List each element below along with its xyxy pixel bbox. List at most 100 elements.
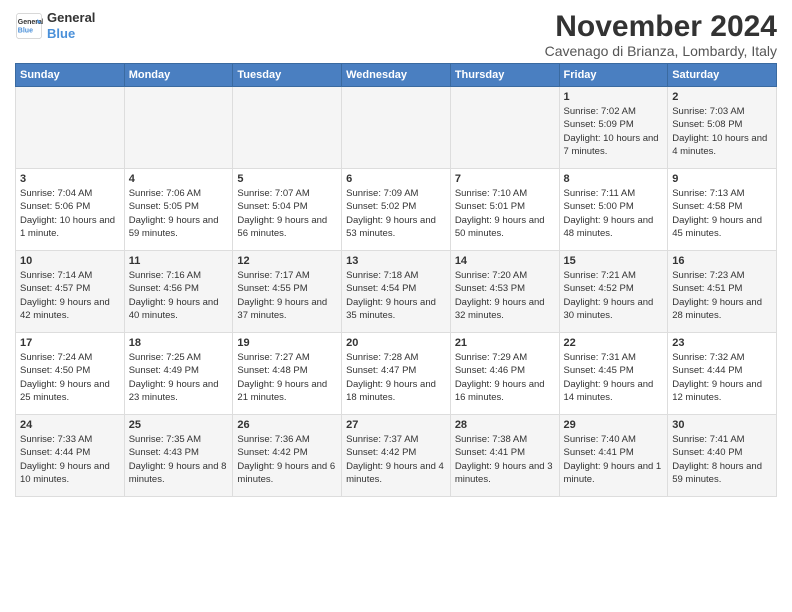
day-info: Sunrise: 7:23 AM Sunset: 4:51 PM Dayligh… xyxy=(672,269,772,322)
calendar-cell: 28Sunrise: 7:38 AM Sunset: 4:41 PM Dayli… xyxy=(450,415,559,497)
day-info: Sunrise: 7:13 AM Sunset: 4:58 PM Dayligh… xyxy=(672,187,772,240)
calendar-cell: 17 Sunrise: 7:24 AM Sunset: 4:50 PM Dayli… xyxy=(16,333,125,415)
calendar-cell: 29 Sunrise: 7:40 AM Sunset: 4:41 PM Dayli… xyxy=(559,415,668,497)
calendar-week-row: 3 Sunrise: 7:04 AM Sunset: 5:06 PM Daylig… xyxy=(16,169,777,251)
calendar-cell: 8 Sunrise: 7:11 AM Sunset: 5:00 PM Daylig… xyxy=(559,169,668,251)
calendar-cell: 30Sunrise: 7:41 AM Sunset: 4:40 PM Dayli… xyxy=(668,415,777,497)
calendar-cell xyxy=(450,87,559,169)
day-info: Sunrise: 7:10 AM Sunset: 5:01 PM Dayligh… xyxy=(455,187,555,240)
calendar-cell xyxy=(16,87,125,169)
calendar-cell: 16 Sunrise: 7:23 AM Sunset: 4:51 PM Dayli… xyxy=(668,251,777,333)
day-number: 16 xyxy=(672,255,772,267)
day-number: 5 xyxy=(237,173,337,185)
day-info: Sunrise: 7:11 AM Sunset: 5:00 PM Dayligh… xyxy=(564,187,664,240)
calendar-cell: 3 Sunrise: 7:04 AM Sunset: 5:06 PM Daylig… xyxy=(16,169,125,251)
day-info: Sunrise: 7:40 AM Sunset: 4:41 PM Dayligh… xyxy=(564,433,664,486)
day-number: 25 xyxy=(129,419,229,431)
day-number: 29 xyxy=(564,419,664,431)
svg-text:Blue: Blue xyxy=(18,27,33,34)
logo: General Blue General Blue xyxy=(15,10,95,41)
calendar-cell xyxy=(124,87,233,169)
calendar-cell: 5 Sunrise: 7:07 AM Sunset: 5:04 PM Daylig… xyxy=(233,169,342,251)
day-number: 6 xyxy=(346,173,446,185)
day-info: Sunrise: 7:37 AM Sunset: 4:42 PM Dayligh… xyxy=(346,433,446,486)
day-number: 22 xyxy=(564,337,664,349)
day-number: 19 xyxy=(237,337,337,349)
calendar-week-row: 10Sunrise: 7:14 AM Sunset: 4:57 PM Dayli… xyxy=(16,251,777,333)
day-info: Sunrise: 7:29 AM Sunset: 4:46 PM Dayligh… xyxy=(455,351,555,404)
day-info: Sunrise: 7:27 AM Sunset: 4:48 PM Dayligh… xyxy=(237,351,337,404)
calendar-cell: 20Sunrise: 7:28 AM Sunset: 4:47 PM Dayli… xyxy=(342,333,451,415)
calendar-cell: 14 Sunrise: 7:20 AM Sunset: 4:53 PM Dayli… xyxy=(450,251,559,333)
day-number: 9 xyxy=(672,173,772,185)
calendar-cell: 15Sunrise: 7:21 AM Sunset: 4:52 PM Dayli… xyxy=(559,251,668,333)
day-number: 3 xyxy=(20,173,120,185)
calendar-cell: 6 Sunrise: 7:09 AM Sunset: 5:02 PM Daylig… xyxy=(342,169,451,251)
day-info: Sunrise: 7:35 AM Sunset: 4:43 PM Dayligh… xyxy=(129,433,229,486)
title-block: November 2024 Cavenago di Brianza, Lomba… xyxy=(545,10,777,59)
header: General Blue General Blue November 2024 … xyxy=(15,10,777,59)
logo-text: General Blue xyxy=(47,10,95,41)
col-header-monday: Monday xyxy=(124,64,233,87)
calendar-cell: 22 Sunrise: 7:31 AM Sunset: 4:45 PM Dayli… xyxy=(559,333,668,415)
logo-line2: Blue xyxy=(47,26,95,42)
day-number: 24 xyxy=(20,419,120,431)
month-title: November 2024 xyxy=(545,10,777,43)
day-number: 4 xyxy=(129,173,229,185)
calendar-week-row: 24 Sunrise: 7:33 AM Sunset: 4:44 PM Dayli… xyxy=(16,415,777,497)
day-info: Sunrise: 7:41 AM Sunset: 4:40 PM Dayligh… xyxy=(672,433,772,486)
calendar-cell: 27Sunrise: 7:37 AM Sunset: 4:42 PM Dayli… xyxy=(342,415,451,497)
calendar-cell: 21 Sunrise: 7:29 AM Sunset: 4:46 PM Dayli… xyxy=(450,333,559,415)
calendar-cell: 10Sunrise: 7:14 AM Sunset: 4:57 PM Dayli… xyxy=(16,251,125,333)
calendar-cell: 24 Sunrise: 7:33 AM Sunset: 4:44 PM Dayli… xyxy=(16,415,125,497)
calendar-table: SundayMondayTuesdayWednesdayThursdayFrid… xyxy=(15,63,777,497)
day-number: 14 xyxy=(455,255,555,267)
day-number: 26 xyxy=(237,419,337,431)
day-info: Sunrise: 7:06 AM Sunset: 5:05 PM Dayligh… xyxy=(129,187,229,240)
day-number: 28 xyxy=(455,419,555,431)
day-info: Sunrise: 7:28 AM Sunset: 4:47 PM Dayligh… xyxy=(346,351,446,404)
day-info: Sunrise: 7:03 AM Sunset: 5:08 PM Dayligh… xyxy=(672,105,772,158)
calendar-cell: 7 Sunrise: 7:10 AM Sunset: 5:01 PM Daylig… xyxy=(450,169,559,251)
day-number: 17 xyxy=(20,337,120,349)
day-info: Sunrise: 7:17 AM Sunset: 4:55 PM Dayligh… xyxy=(237,269,337,322)
day-info: Sunrise: 7:04 AM Sunset: 5:06 PM Dayligh… xyxy=(20,187,120,240)
location-subtitle: Cavenago di Brianza, Lombardy, Italy xyxy=(545,43,777,59)
calendar-week-row: 1Sunrise: 7:02 AM Sunset: 5:09 PM Daylig… xyxy=(16,87,777,169)
calendar-cell: 2Sunrise: 7:03 AM Sunset: 5:08 PM Daylig… xyxy=(668,87,777,169)
day-info: Sunrise: 7:33 AM Sunset: 4:44 PM Dayligh… xyxy=(20,433,120,486)
day-number: 21 xyxy=(455,337,555,349)
calendar-cell: 26 Sunrise: 7:36 AM Sunset: 4:42 PM Dayli… xyxy=(233,415,342,497)
day-info: Sunrise: 7:31 AM Sunset: 4:45 PM Dayligh… xyxy=(564,351,664,404)
col-header-sunday: Sunday xyxy=(16,64,125,87)
calendar-cell: 12 Sunrise: 7:17 AM Sunset: 4:55 PM Dayli… xyxy=(233,251,342,333)
day-info: Sunrise: 7:20 AM Sunset: 4:53 PM Dayligh… xyxy=(455,269,555,322)
day-number: 10 xyxy=(20,255,120,267)
day-info: Sunrise: 7:36 AM Sunset: 4:42 PM Dayligh… xyxy=(237,433,337,486)
day-info: Sunrise: 7:09 AM Sunset: 5:02 PM Dayligh… xyxy=(346,187,446,240)
col-header-wednesday: Wednesday xyxy=(342,64,451,87)
calendar-cell: 23Sunrise: 7:32 AM Sunset: 4:44 PM Dayli… xyxy=(668,333,777,415)
day-number: 7 xyxy=(455,173,555,185)
day-info: Sunrise: 7:07 AM Sunset: 5:04 PM Dayligh… xyxy=(237,187,337,240)
day-number: 8 xyxy=(564,173,664,185)
day-number: 12 xyxy=(237,255,337,267)
calendar-header-row: SundayMondayTuesdayWednesdayThursdayFrid… xyxy=(16,64,777,87)
logo-icon: General Blue xyxy=(15,12,43,40)
col-header-tuesday: Tuesday xyxy=(233,64,342,87)
day-info: Sunrise: 7:24 AM Sunset: 4:50 PM Dayligh… xyxy=(20,351,120,404)
day-number: 13 xyxy=(346,255,446,267)
calendar-cell: 19 Sunrise: 7:27 AM Sunset: 4:48 PM Dayli… xyxy=(233,333,342,415)
calendar-cell xyxy=(233,87,342,169)
day-info: Sunrise: 7:16 AM Sunset: 4:56 PM Dayligh… xyxy=(129,269,229,322)
calendar-cell: 13Sunrise: 7:18 AM Sunset: 4:54 PM Dayli… xyxy=(342,251,451,333)
day-number: 23 xyxy=(672,337,772,349)
col-header-saturday: Saturday xyxy=(668,64,777,87)
calendar-cell: 4 Sunrise: 7:06 AM Sunset: 5:05 PM Daylig… xyxy=(124,169,233,251)
calendar-cell: 25 Sunrise: 7:35 AM Sunset: 4:43 PM Dayli… xyxy=(124,415,233,497)
calendar-week-row: 17 Sunrise: 7:24 AM Sunset: 4:50 PM Dayli… xyxy=(16,333,777,415)
day-info: Sunrise: 7:25 AM Sunset: 4:49 PM Dayligh… xyxy=(129,351,229,404)
col-header-friday: Friday xyxy=(559,64,668,87)
calendar-cell: 1Sunrise: 7:02 AM Sunset: 5:09 PM Daylig… xyxy=(559,87,668,169)
day-info: Sunrise: 7:02 AM Sunset: 5:09 PM Dayligh… xyxy=(564,105,664,158)
